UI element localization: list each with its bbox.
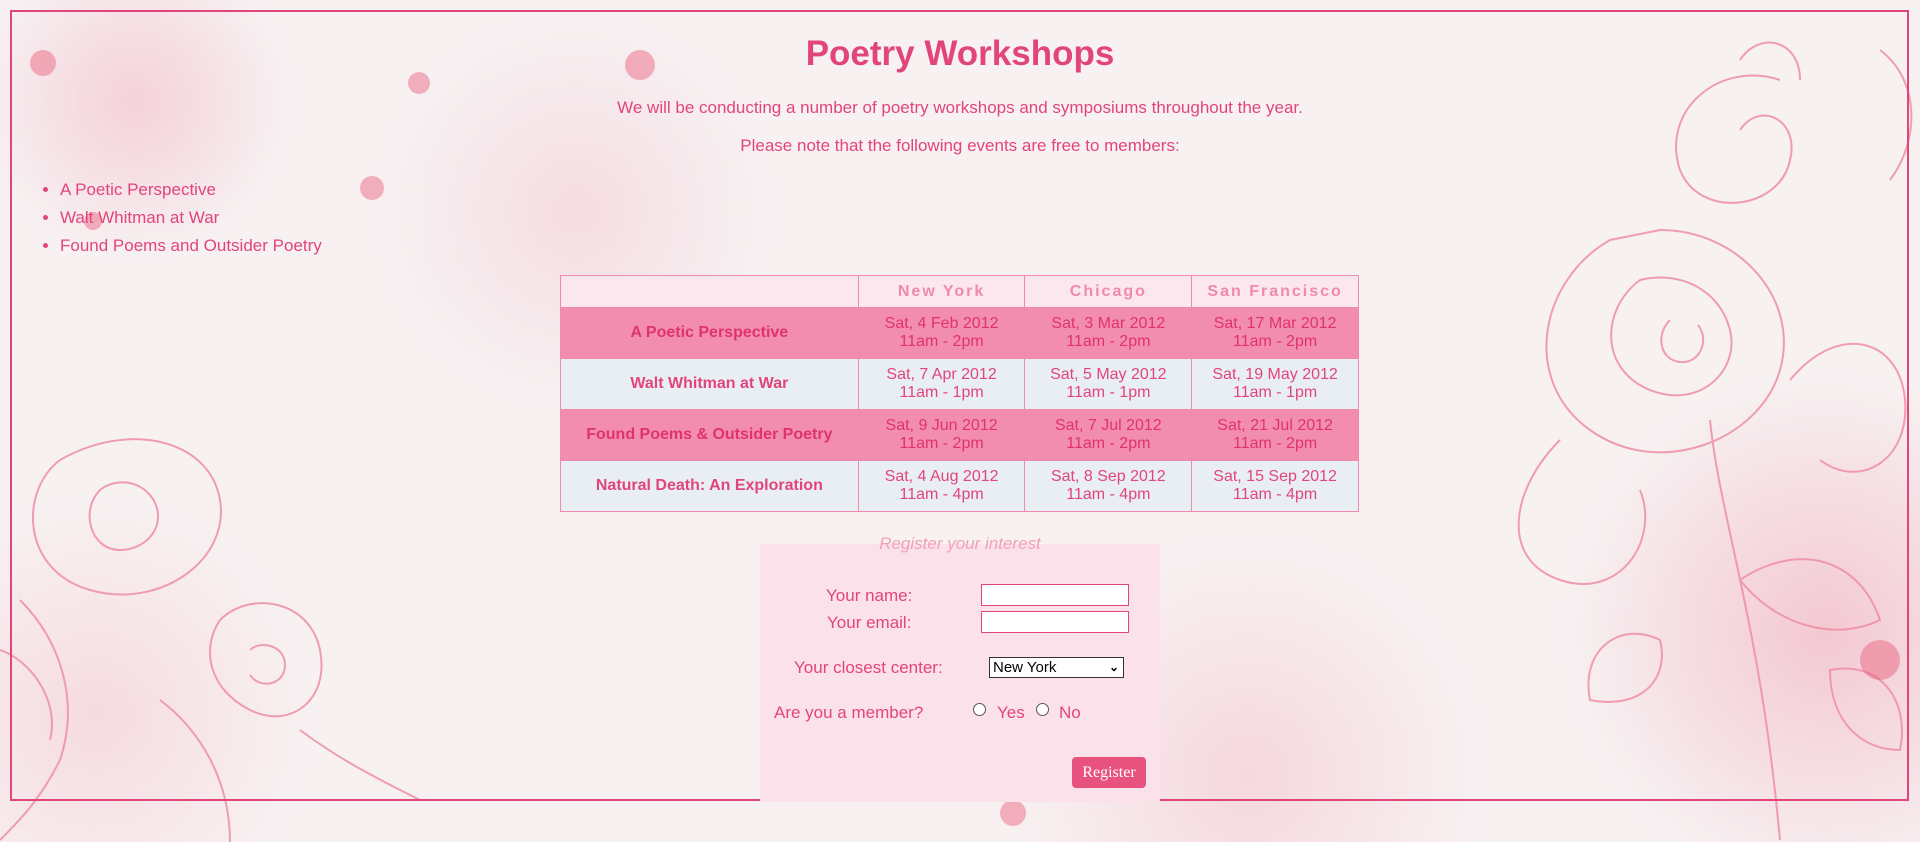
chicago-cell: Sat, 5 May 2012 11am - 1pm [1024,358,1193,410]
name-label: Your name: [826,586,913,605]
session-time: 11am - 2pm [1233,435,1318,452]
new-york-cell: Sat, 7 Apr 2012 11am - 1pm [857,358,1026,410]
member-no-radio[interactable] [1036,703,1049,716]
event-name-cell: A Poetic Perspective [560,307,859,359]
intro-text: We will be conducting a number of poetry… [617,98,1303,117]
session-time: 11am - 1pm [1066,384,1151,401]
list-item: A Poetic Perspective [60,176,322,204]
table-header-row: New York Chicago San Francisco [560,275,1359,308]
session-time: 11am - 2pm [899,333,984,350]
san-francisco-cell: Sat, 17 Mar 2012 11am - 2pm [1191,307,1359,359]
new-york-cell: Sat, 4 Feb 2012 11am - 2pm [857,307,1026,359]
event-name-cell: Walt Whitman at War [560,358,859,410]
session-time: 11am - 4pm [1066,486,1151,503]
san-francisco-cell: Sat, 15 Sep 2012 11am - 4pm [1191,460,1359,512]
member-yes-radio[interactable] [973,703,986,716]
session-date: Sat, 4 Feb 2012 [884,315,999,332]
san-francisco-cell: Sat, 21 Jul 2012 11am - 2pm [1191,409,1359,461]
session-date: Sat, 21 Jul 2012 [1217,417,1333,434]
event-name-cell: Found Poems & Outsider Poetry [560,409,859,461]
new-york-cell: Sat, 9 Jun 2012 11am - 2pm [857,409,1026,461]
session-time: 11am - 4pm [1233,486,1318,503]
chevron-down-icon: ⌄ [1108,660,1119,674]
session-date: Sat, 15 Sep 2012 [1213,468,1337,485]
member-label: Are you a member? [774,703,924,722]
center-label: Your closest center: [794,658,943,677]
email-input[interactable] [981,611,1129,633]
session-time: 11am - 1pm [899,384,984,401]
member-yes-label[interactable]: Yes [997,703,1025,723]
member-no-label[interactable]: No [1059,703,1081,723]
session-date: Sat, 17 Mar 2012 [1213,315,1337,332]
center-select-value: New York [993,659,1057,676]
table-row: Found Poems & Outsider Poetry Sat, 9 Jun… [560,409,1359,461]
header-cell-chicago: Chicago [1024,275,1193,308]
email-label: Your email: [827,613,912,632]
chicago-cell: Sat, 7 Jul 2012 11am - 2pm [1024,409,1193,461]
list-item: Found Poems and Outsider Poetry [60,232,322,260]
register-button[interactable]: Register [1072,757,1146,788]
san-francisco-cell: Sat, 19 May 2012 11am - 1pm [1191,358,1359,410]
session-date: Sat, 19 May 2012 [1212,366,1338,383]
header-cell-new-york: New York [857,275,1026,308]
table-row: Walt Whitman at War Sat, 7 Apr 2012 11am … [560,358,1359,410]
session-time: 11am - 2pm [899,435,984,452]
free-events-note: Please note that the following events ar… [740,136,1180,155]
session-time: 11am - 2pm [1233,333,1318,350]
session-date: Sat, 4 Aug 2012 [884,468,999,485]
session-date: Sat, 3 Mar 2012 [1051,315,1166,332]
session-date: Sat, 7 Jul 2012 [1054,417,1162,434]
session-time: 11am - 1pm [1233,384,1318,401]
event-name-cell: Natural Death: An Exploration [560,460,859,512]
list-item: Walt Whitman at War [60,204,322,232]
session-time: 11am - 4pm [899,486,984,503]
header-cell-san-francisco: San Francisco [1191,275,1359,308]
center-select[interactable]: New York ⌄ [989,657,1124,678]
session-time: 11am - 2pm [1066,435,1151,452]
chicago-cell: Sat, 3 Mar 2012 11am - 2pm [1024,307,1193,359]
session-time: 11am - 2pm [1066,333,1151,350]
register-form-legend: Register your interest [879,534,1041,553]
session-date: Sat, 7 Apr 2012 [886,366,997,383]
name-input[interactable] [981,584,1129,606]
session-date: Sat, 5 May 2012 [1050,366,1167,383]
table-row: A Poetic Perspective Sat, 4 Feb 2012 11am… [560,307,1359,359]
paint-splash [1000,800,1026,826]
session-date: Sat, 8 Sep 2012 [1050,468,1166,485]
free-events-list: A Poetic Perspective Walt Whitman at War… [38,176,322,260]
header-cell-event [560,275,859,308]
new-york-cell: Sat, 4 Aug 2012 11am - 4pm [857,460,1026,512]
table-row: Natural Death: An Exploration Sat, 4 Aug… [560,460,1359,512]
workshop-schedule-table: New York Chicago San Francisco A Poetic … [560,275,1359,512]
session-date: Sat, 9 Jun 2012 [885,417,998,434]
chicago-cell: Sat, 8 Sep 2012 11am - 4pm [1024,460,1193,512]
page-title: Poetry Workshops [805,34,1115,73]
